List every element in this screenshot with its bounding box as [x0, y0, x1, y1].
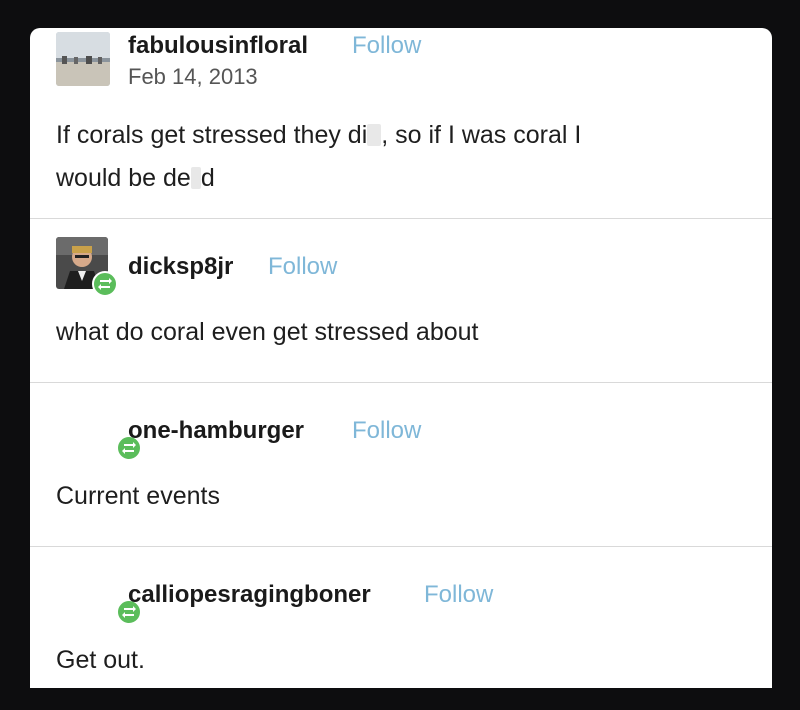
follow-button[interactable]: Follow [424, 581, 493, 609]
post-text: what do coral even get stressed about [56, 318, 479, 346]
follow-button[interactable]: Follow [268, 253, 337, 281]
post-thread-card: fabulousinfloral Follow Feb 14, 2013 If … [30, 28, 772, 688]
reblog-icon [98, 278, 112, 290]
reblog-post: one-hamburger Follow Current events [30, 382, 772, 546]
redaction-mark [190, 167, 201, 189]
post-text-line-1: If corals get stressed they di , so if I … [56, 114, 746, 157]
post-text-fragment: d [200, 164, 215, 192]
post-header: calliopesragingboner Follow [56, 547, 746, 633]
username[interactable]: one-hamburger [128, 417, 304, 445]
redaction-mark [367, 124, 382, 146]
post-header: fabulousinfloral Follow Feb 14, 2013 [56, 28, 746, 96]
reblog-post: dicksp8jr Follow what do coral even get … [30, 218, 772, 382]
post-date[interactable]: Feb 14, 2013 [128, 64, 258, 90]
post-text-fragment: If corals get stressed they di [56, 121, 368, 149]
username[interactable]: fabulousinfloral [128, 32, 308, 60]
post-text-fragment: , so if I was coral I [381, 121, 582, 149]
avatar-fabulousinfloral[interactable] [56, 32, 110, 86]
username[interactable]: dicksp8jr [128, 253, 233, 281]
follow-button[interactable]: Follow [352, 32, 421, 60]
screenshot-frame: fabulousinfloral Follow Feb 14, 2013 If … [0, 0, 800, 710]
reblog-post: calliopesragingboner Follow Get out. [30, 546, 772, 688]
post-text: Current events [56, 482, 220, 510]
reblog-badge [92, 271, 118, 297]
post-header: one-hamburger Follow [56, 383, 746, 469]
post-header: dicksp8jr Follow [56, 219, 746, 305]
username[interactable]: calliopesragingboner [128, 581, 371, 609]
post-body: what do coral even get stressed about [56, 311, 746, 354]
post-body: If corals get stressed they di , so if I … [56, 114, 746, 200]
follow-button[interactable]: Follow [352, 417, 421, 445]
post-text-fragment: would be de [56, 164, 191, 192]
post-body: Current events [56, 475, 746, 518]
original-post: fabulousinfloral Follow Feb 14, 2013 If … [30, 28, 772, 218]
post-text: Get out. [56, 646, 145, 674]
post-body: Get out. [56, 639, 746, 682]
post-text-line-2: would be de d [56, 157, 746, 200]
